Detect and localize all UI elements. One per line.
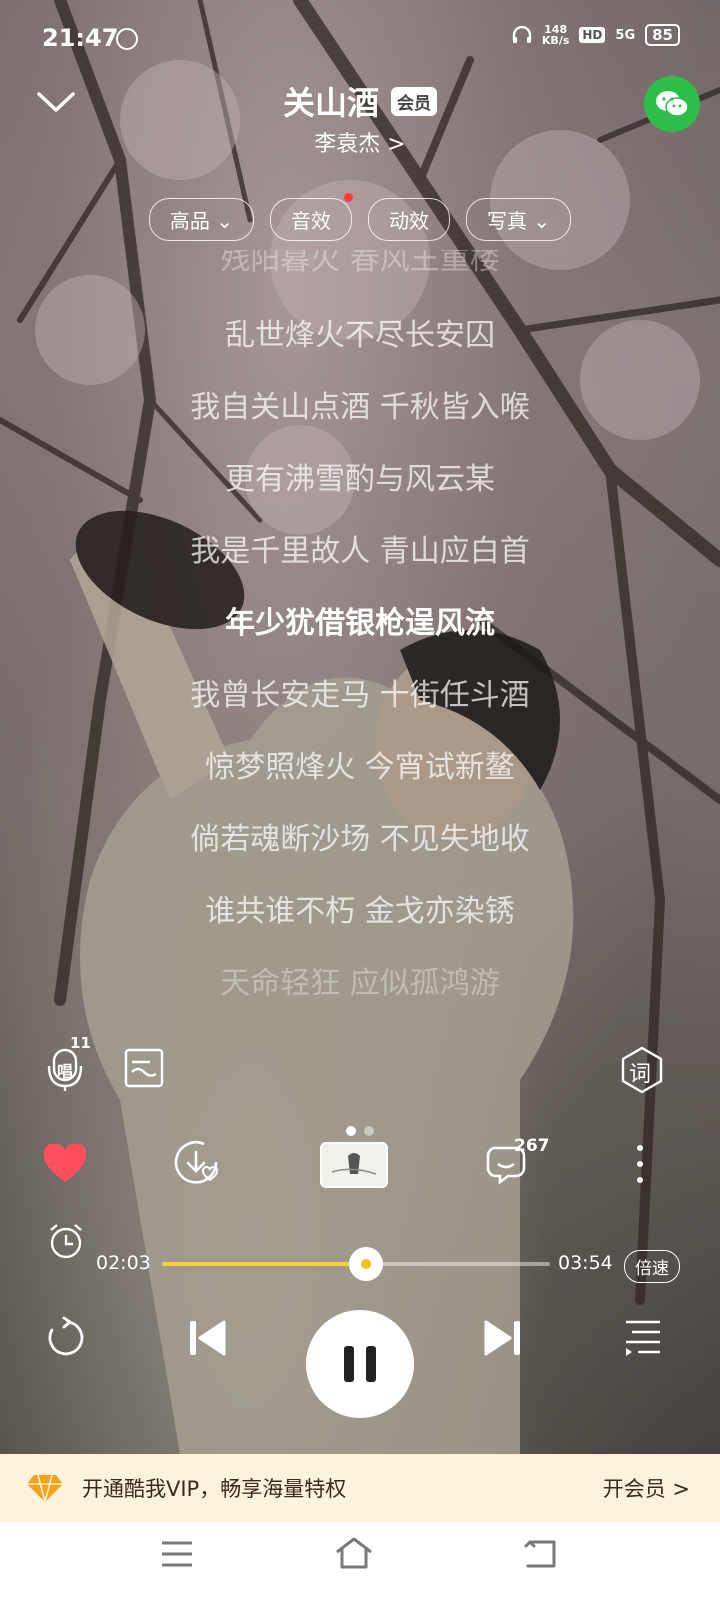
lyric-line[interactable]: 倘若魂断沙场 不见失地收 xyxy=(0,804,720,876)
wechat-icon xyxy=(656,91,689,117)
playback-speed-button[interactable]: 倍速 xyxy=(624,1250,680,1283)
hd-badge: HD xyxy=(579,27,606,43)
lyric-line[interactable]: 我自关山点酒 千秋皆入喉 xyxy=(0,372,720,444)
playlist-icon[interactable] xyxy=(624,1318,662,1356)
alarm-clock-icon[interactable] xyxy=(48,1222,84,1260)
comment-count: 267 xyxy=(514,1136,550,1156)
title-row: 关山酒 会员 xyxy=(0,78,720,124)
previous-icon[interactable] xyxy=(188,1318,228,1358)
status-icons: 148 KB/s HD 5G 85 xyxy=(512,24,680,46)
home-nav-icon[interactable] xyxy=(334,1536,374,1570)
headphones-icon xyxy=(512,26,532,43)
page-indicator xyxy=(0,1126,720,1136)
album-cover-thumbnail[interactable] xyxy=(320,1142,388,1188)
new-dot xyxy=(344,193,353,202)
sound-effect-chip[interactable]: 音效 xyxy=(270,193,353,241)
photo-chip[interactable]: 写真 ⌄ xyxy=(466,198,572,241)
diamond-icon xyxy=(27,1474,63,1503)
lyric-line[interactable]: 乱世烽火不尽长安囚 xyxy=(0,300,720,372)
lyric-line[interactable]: 残阳暮火 春风王重楼 xyxy=(0,250,720,284)
lyrics-mode-button[interactable]: 词 xyxy=(620,1046,664,1094)
vip-open-button[interactable]: 开会员 > xyxy=(603,1473,690,1503)
animation-chip[interactable]: 动效 xyxy=(368,198,450,241)
page-dot xyxy=(364,1126,374,1136)
artist-link[interactable]: 李袁杰 > xyxy=(0,126,720,158)
vip-promo-banner[interactable]: 开通酷我VIP，畅享海量特权 开会员 > xyxy=(0,1454,720,1522)
repeat-icon[interactable] xyxy=(44,1316,86,1356)
system-navigation-bar xyxy=(0,1522,720,1600)
lyrics-panel[interactable]: 残阳暮火 春风王重楼 乱世烽火不尽长安囚 我自关山点酒 千秋皆入喉 更有沸雪酌与… xyxy=(0,250,720,1020)
back-nav-icon[interactable] xyxy=(522,1538,558,1570)
total-time: 03:54 xyxy=(558,1252,613,1274)
option-chips: 高品 ⌄ 音效 动效 写真 ⌄ xyxy=(0,193,720,241)
lyric-line[interactable]: 我曾长安走马 十街任斗酒 xyxy=(0,660,720,732)
karaoke-button[interactable]: 唱 11 xyxy=(46,1034,94,1092)
pause-icon xyxy=(344,1346,376,1382)
sing-label: 唱 xyxy=(57,1062,74,1081)
lyric-line[interactable]: 谁共谁不朽 金戈亦染锈 xyxy=(0,876,720,948)
status-time: 21:47 xyxy=(42,24,119,52)
pause-button[interactable] xyxy=(306,1310,414,1418)
quality-chip[interactable]: 高品 ⌄ xyxy=(148,198,254,241)
vip-promo-text: 开通酷我VIP，畅享海量特权 xyxy=(82,1477,347,1501)
notification-icon xyxy=(116,28,138,50)
menu-nav-icon[interactable] xyxy=(160,1540,194,1568)
progress-fill xyxy=(162,1262,366,1266)
vip-badge: 会员 xyxy=(391,86,437,116)
lyrics-mode-label: 词 xyxy=(629,1062,652,1087)
signal-icon: 5G xyxy=(615,27,636,43)
lyric-line[interactable]: 我是千里故人 青山应白首 xyxy=(0,516,720,588)
song-title: 关山酒 xyxy=(282,84,379,122)
comments-button[interactable]: 267 xyxy=(486,1136,550,1188)
lyric-line[interactable]: 天命轻狂 应似孤鸿游 xyxy=(0,948,720,1020)
battery-icon: 85 xyxy=(645,24,680,46)
lyric-line[interactable]: 惊梦照烽火 今宵试新鳌 xyxy=(0,732,720,804)
download-icon[interactable] xyxy=(174,1140,222,1188)
next-icon[interactable] xyxy=(482,1318,522,1358)
net-speed: 148 KB/s xyxy=(541,23,570,47)
lyric-poster-icon[interactable] xyxy=(124,1048,164,1088)
progress-track[interactable] xyxy=(162,1247,550,1281)
sing-count: 11 xyxy=(70,1034,91,1052)
more-icon[interactable] xyxy=(634,1144,646,1184)
lyric-line[interactable]: 更有沸雪酌与风云某 xyxy=(0,444,720,516)
page-dot-active xyxy=(346,1126,356,1136)
progress-knob[interactable] xyxy=(348,1247,383,1281)
wechat-share-button[interactable] xyxy=(644,76,700,132)
current-time: 02:03 xyxy=(96,1252,151,1274)
heart-icon[interactable] xyxy=(42,1144,88,1184)
lyric-line-current[interactable]: 年少犹借银枪逞风流 xyxy=(0,588,720,660)
